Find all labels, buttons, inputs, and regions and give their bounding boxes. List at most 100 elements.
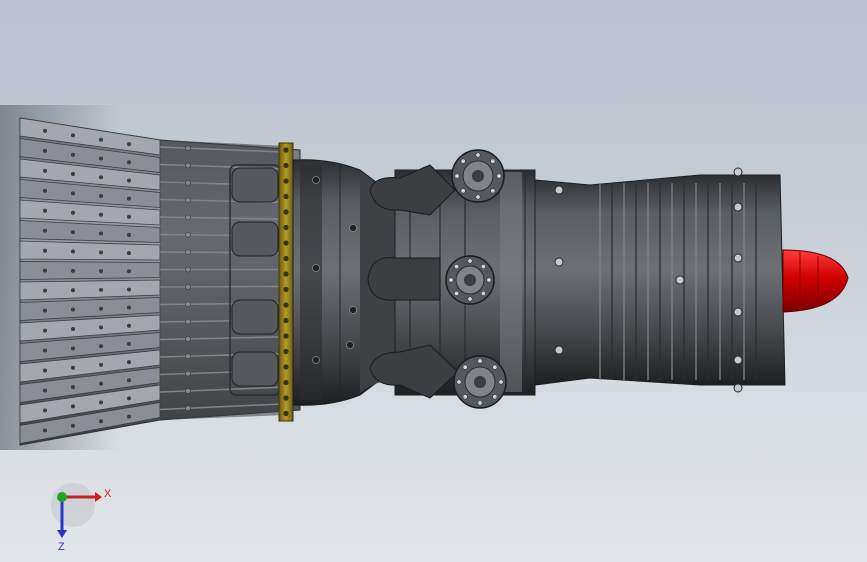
petal-rivet <box>127 160 131 165</box>
petal-rivet <box>43 148 47 153</box>
petal-rivet <box>43 188 47 193</box>
z-axis-head <box>57 530 67 538</box>
petal-rivet <box>99 381 103 386</box>
flange-bolt <box>283 410 289 417</box>
elbow-bolt <box>467 296 473 302</box>
body-bolt <box>312 176 320 184</box>
elbow-bolt <box>460 188 466 194</box>
flange-bolt <box>283 348 289 355</box>
elbow-bolt <box>486 277 492 283</box>
petal-rivet <box>127 378 131 383</box>
elbow-bolt <box>475 194 481 200</box>
petal-rivet <box>71 385 75 390</box>
graphics-viewport[interactable]: X Z <box>0 0 867 562</box>
flange-bolt <box>283 286 289 293</box>
petal-rivet <box>127 214 131 219</box>
petal-rivet <box>71 191 75 196</box>
petal-rivet <box>43 248 47 253</box>
petal-rivet <box>71 249 75 254</box>
petal-rivet <box>99 231 103 236</box>
petal-rivet <box>127 287 131 292</box>
petal-rivet <box>71 288 75 293</box>
engine-main-body[interactable] <box>292 159 786 406</box>
flange-bolt <box>283 193 289 200</box>
petal-rivet <box>99 344 103 349</box>
body-bolt <box>312 356 320 364</box>
petal-rivet <box>43 388 47 393</box>
casing-bolt <box>733 383 743 393</box>
petal-rivet <box>71 365 75 370</box>
petal-rivet <box>99 400 103 405</box>
petal-rivet <box>99 269 103 274</box>
petal-rivet <box>127 196 131 201</box>
petal-rivet <box>43 228 47 233</box>
flange-bolt <box>283 302 289 308</box>
elbow-bolt <box>454 290 460 296</box>
petal-rivet <box>71 268 75 273</box>
elbow-bolt <box>454 173 460 179</box>
petal-rivet <box>71 172 75 177</box>
elbow-bolt <box>477 358 483 364</box>
petal-rivet <box>43 408 47 413</box>
petal-rivet <box>43 268 47 273</box>
flange-ring[interactable] <box>278 142 294 422</box>
elbow-bolt <box>448 277 454 283</box>
petal-rivet <box>43 348 47 353</box>
flange-bolt <box>283 364 289 370</box>
elbow-bolt <box>492 394 498 400</box>
petal-rivet <box>43 208 47 213</box>
flange-bolt <box>283 255 289 262</box>
petal-rivet <box>43 128 47 133</box>
petal-rivet <box>99 250 103 255</box>
afterburner-casing[interactable] <box>160 140 285 420</box>
body-bolt <box>346 341 354 349</box>
petal-rivet <box>43 368 47 373</box>
petal-rivet <box>127 305 131 310</box>
elbow-bolt <box>456 379 462 385</box>
petal-rivet <box>127 232 131 237</box>
petal-rivet <box>127 414 131 419</box>
casing-bolt <box>733 355 743 365</box>
petal-rivet <box>43 288 47 293</box>
petal-rivet <box>71 133 75 138</box>
elbow-bolt <box>498 379 504 385</box>
petal-rivet <box>71 307 75 312</box>
petal-rivet <box>99 212 103 217</box>
petal-rivet <box>99 419 103 424</box>
casing-bolt <box>733 307 743 317</box>
petal-rivet <box>99 306 103 311</box>
body-bolt <box>312 264 320 272</box>
flange-bolt <box>283 395 289 401</box>
petal-rivet <box>43 308 47 313</box>
fuel-manifold[interactable] <box>367 149 507 409</box>
petal-rivet <box>71 230 75 235</box>
petal-rivet <box>71 346 75 351</box>
manifold-elbow-middle[interactable] <box>367 255 495 305</box>
petal-rivet <box>127 360 131 365</box>
flange-bolt <box>283 162 289 169</box>
flange-bolt <box>283 317 289 324</box>
flange-bolt <box>283 209 289 215</box>
inlet-nose-cone[interactable] <box>782 249 849 313</box>
petal-rivet <box>71 326 75 331</box>
elbow-bolt <box>492 364 498 370</box>
flange-bolt <box>283 224 289 231</box>
flange-bolt <box>283 271 289 277</box>
petal-rivet <box>127 396 131 401</box>
x-axis-head <box>95 492 102 502</box>
elbow-bolt <box>490 158 496 164</box>
petal-rivet <box>99 156 103 161</box>
casing-bolt <box>554 257 564 267</box>
casing-bolt <box>554 345 564 355</box>
petal-rivet <box>99 175 103 180</box>
elbow-bolt <box>462 394 468 400</box>
flange-bolt <box>283 333 289 339</box>
elbow-bolt <box>460 158 466 164</box>
elbow-bolt <box>467 258 473 264</box>
elbow-bolt <box>477 400 483 406</box>
casing-bolt <box>554 185 564 195</box>
y-axis-dot <box>57 492 67 502</box>
petal-rivet <box>43 168 47 173</box>
petal-rivet <box>127 142 131 147</box>
flange-bolt <box>283 379 289 386</box>
